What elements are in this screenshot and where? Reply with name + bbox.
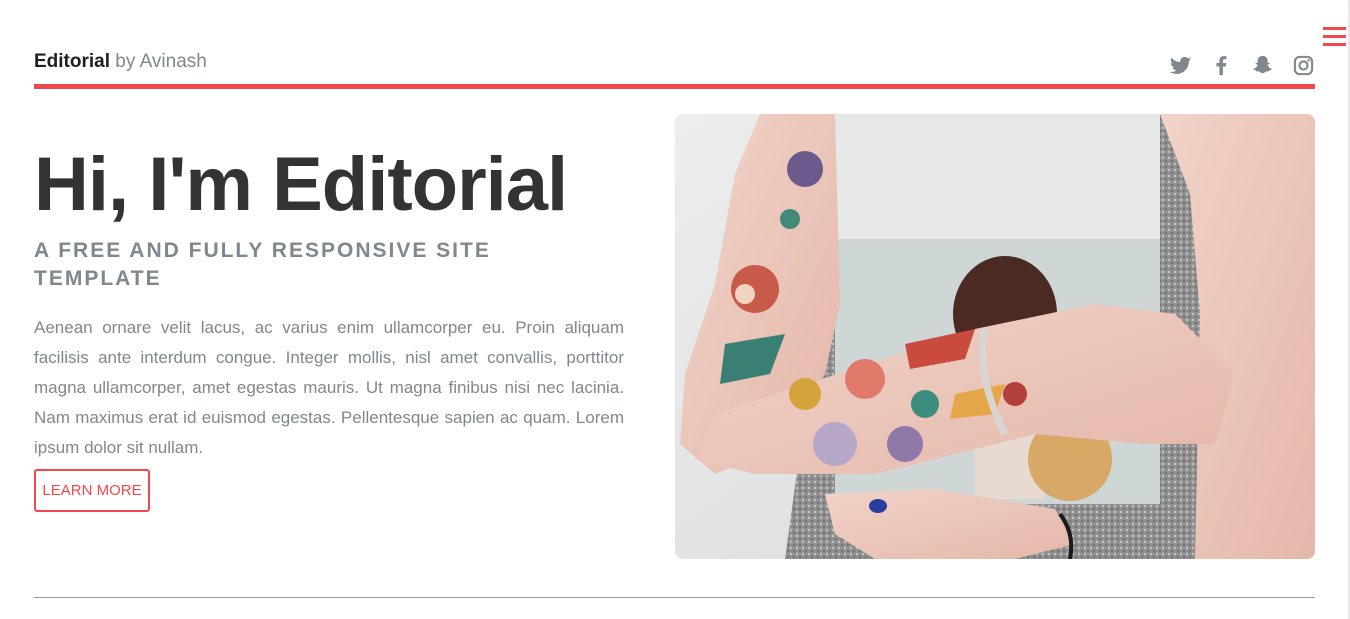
social-icons [1169,54,1315,77]
instagram-icon[interactable] [1292,54,1315,77]
snapchat-icon[interactable] [1251,54,1274,77]
site-logo[interactable]: Editorial by Avinash [34,50,207,74]
facebook-icon[interactable] [1210,54,1233,77]
site-header: Editorial by Avinash [34,50,1315,90]
banner-title: Hi, I'm Editorial [34,142,568,227]
banner-image [675,114,1315,559]
header-accent-bar [34,84,1315,89]
logo-strong: Editorial [34,51,111,72]
page: Editorial by Avinash Hi, I'm Editorial A… [0,0,1350,619]
banner-content: Hi, I'm Editorial A free and fully respo… [34,140,624,463]
logo-byline: by Avinash [110,51,207,72]
banner-subtitle: A free and fully responsive site templat… [34,239,491,290]
menu-toggle-icon[interactable] [1323,27,1346,47]
section-divider [34,597,1315,598]
learn-more-button[interactable]: Learn More [34,469,150,512]
twitter-icon[interactable] [1169,54,1192,77]
banner-text: Aenean ornare velit lacus, ac varius eni… [34,318,624,457]
